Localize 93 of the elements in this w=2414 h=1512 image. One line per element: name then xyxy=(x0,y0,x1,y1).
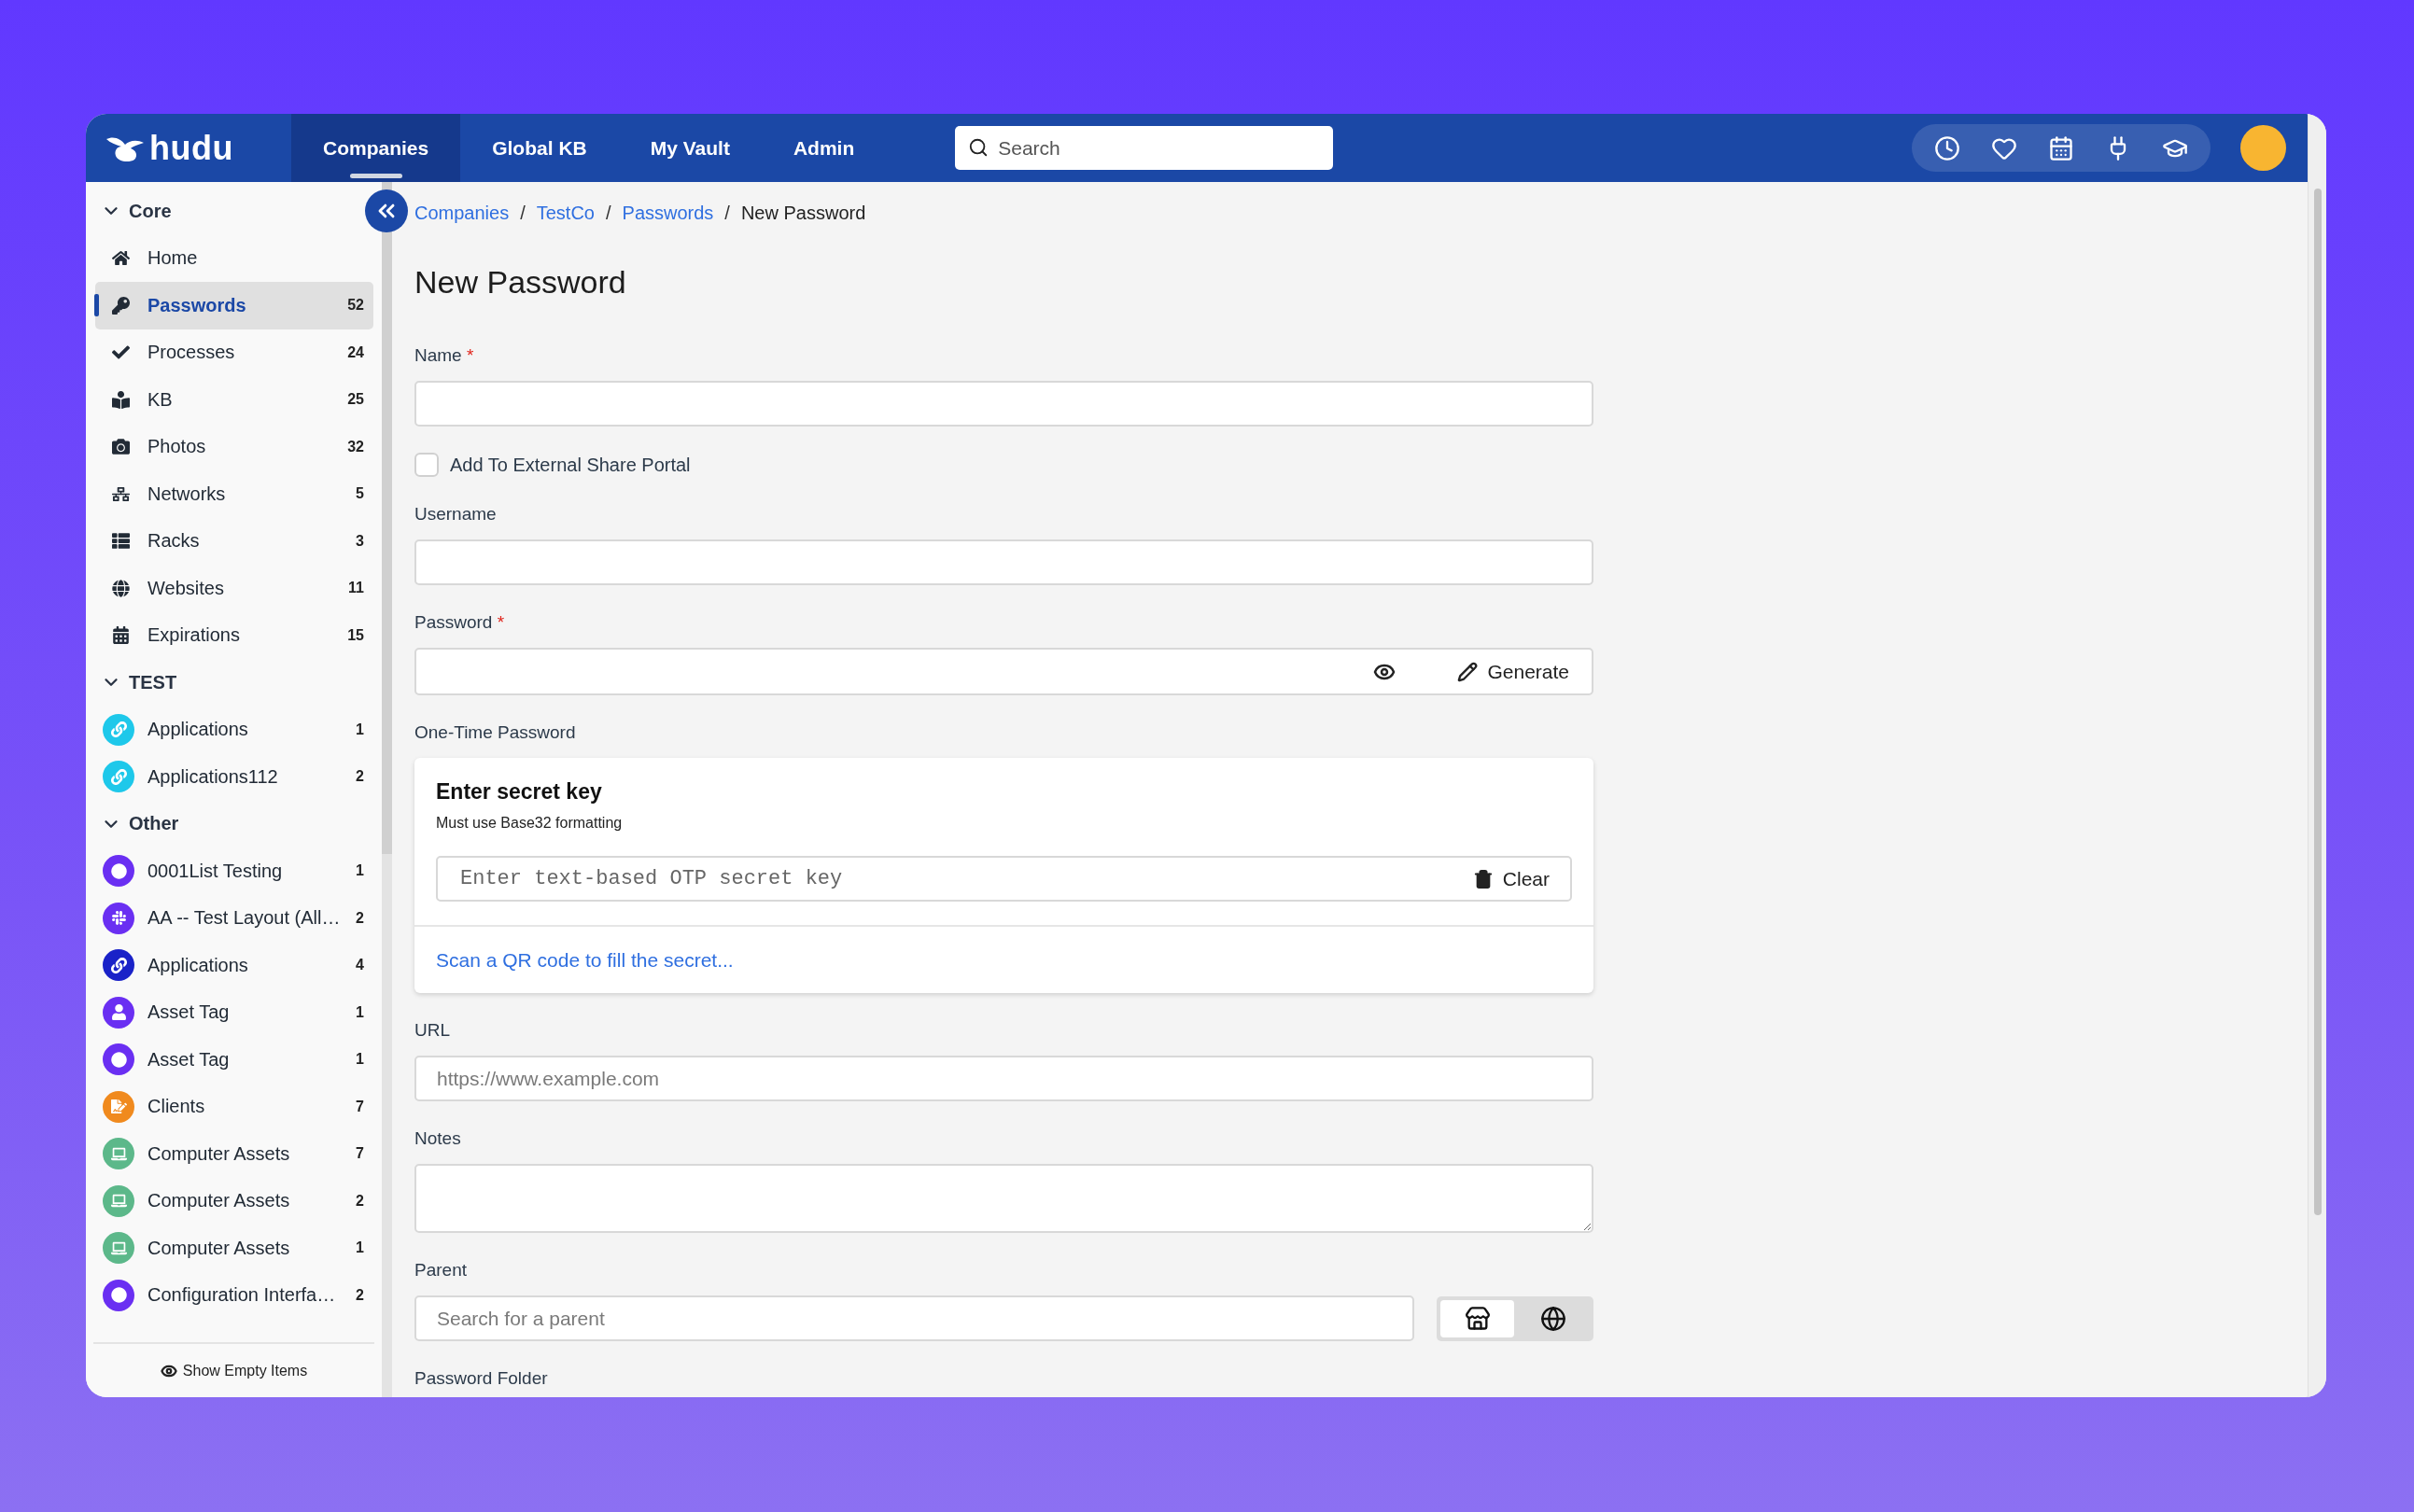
search-icon xyxy=(968,137,989,158)
store-scope-button[interactable] xyxy=(1440,1299,1514,1337)
sidebar-item[interactable]: Applications 4 xyxy=(95,942,373,989)
item-count: 25 xyxy=(347,391,364,409)
item-count: 2 xyxy=(356,1192,364,1210)
item-count: 1 xyxy=(356,1003,364,1021)
selection-indicator xyxy=(94,294,99,316)
nav-tab[interactable]: My Vault xyxy=(618,114,762,182)
sidebar-item[interactable]: Processes 24 xyxy=(95,329,373,376)
breadcrumb-link[interactable]: TestCo xyxy=(536,201,595,225)
text-input[interactable] xyxy=(414,539,1593,585)
clear-button[interactable]: Clear xyxy=(1463,861,1559,896)
item-count: 3 xyxy=(356,532,364,550)
checkbox[interactable] xyxy=(414,453,439,477)
breadcrumb-link[interactable]: Companies xyxy=(414,201,510,225)
item-count: 2 xyxy=(356,909,364,927)
logo-text: hudu xyxy=(149,128,233,168)
item-count: 32 xyxy=(347,438,364,455)
field-label: Username xyxy=(414,503,498,525)
nav-tab[interactable]: Companies xyxy=(291,114,461,182)
breadcrumb-current: New Password xyxy=(740,202,866,225)
sidebar-item[interactable]: Clients 7 xyxy=(95,1083,373,1130)
password-input[interactable]: Generate xyxy=(414,648,1593,695)
section-header[interactable]: Other xyxy=(95,800,189,847)
item-count: 52 xyxy=(347,297,364,315)
sidebar-item[interactable]: Expirations 15 xyxy=(95,611,373,659)
sidebar-item[interactable]: Asset Tag 1 xyxy=(95,988,373,1036)
field-label: Password Folder xyxy=(414,1367,549,1390)
sidebar-item[interactable]: Racks 3 xyxy=(95,517,373,565)
sidebar-item[interactable]: Computer Assets 2 xyxy=(95,1177,373,1225)
sidebar-item[interactable]: Configuration Interfa… 2 xyxy=(95,1271,373,1319)
item-count: 2 xyxy=(356,768,364,786)
breadcrumb-separator: / xyxy=(520,202,526,225)
parent-search-input[interactable]: Search for a parent xyxy=(414,1295,1414,1341)
card-title: Enter secret key xyxy=(436,778,603,805)
text-input[interactable]: https://www.example.com xyxy=(414,1056,1593,1101)
item-count: 5 xyxy=(356,485,364,503)
item-count: 7 xyxy=(356,1098,364,1115)
sidebar-item[interactable]: Networks 5 xyxy=(95,470,373,518)
sidebar-item[interactable]: AA -- Test Layout (All… 2 xyxy=(95,894,373,942)
field-label: Notes xyxy=(414,1127,462,1150)
item-count: 2 xyxy=(356,1286,364,1304)
search-field[interactable]: Search xyxy=(955,126,1334,170)
text-input[interactable] xyxy=(414,381,1593,427)
sidebar-item[interactable]: Websites 11 xyxy=(95,565,373,612)
avatar[interactable] xyxy=(2240,125,2286,171)
collapse-sidebar-button[interactable] xyxy=(365,189,408,232)
sidebar-item[interactable]: Applications112 2 xyxy=(95,753,373,801)
scan-qr-link[interactable]: Scan a QR code to fill the secret... xyxy=(436,948,734,972)
item-count: 1 xyxy=(356,862,364,880)
page-scrollbar[interactable] xyxy=(2308,114,2326,1397)
generate-button[interactable]: Generate xyxy=(1448,654,1579,689)
field-label: Parent xyxy=(414,1259,468,1281)
otp-secret-input[interactable]: Enter text-based OTP secret key Clear xyxy=(436,856,1572,902)
card-hint: Must use Base32 formatting xyxy=(436,814,624,833)
section-header[interactable]: Core xyxy=(95,188,181,235)
sidebar-item[interactable]: Home xyxy=(95,234,373,282)
field-label: One-Time Password xyxy=(414,721,577,744)
sidebar-scrollbar[interactable] xyxy=(382,182,392,1397)
trash-icon xyxy=(1472,868,1494,889)
breadcrumb-separator: / xyxy=(724,202,730,225)
field-label: URL xyxy=(414,1019,451,1042)
sidebar-item[interactable]: Passwords 52 xyxy=(95,282,373,329)
sidebar-item[interactable]: 0001List Testing 1 xyxy=(95,847,373,895)
item-count: 15 xyxy=(347,626,364,644)
section-header[interactable]: TEST xyxy=(95,659,187,707)
item-count: 1 xyxy=(356,1051,364,1069)
page-title: New Password xyxy=(414,263,627,301)
sidebar-item[interactable]: Photos 32 xyxy=(95,423,373,470)
sidebar-item[interactable]: Applications 1 xyxy=(95,706,373,753)
field-label: Name * xyxy=(414,344,475,367)
item-count: 1 xyxy=(356,1239,364,1257)
sidebar-item[interactable]: KB 25 xyxy=(95,376,373,424)
sidebar-item[interactable]: Computer Assets 1 xyxy=(95,1225,373,1272)
pencil-icon xyxy=(1457,661,1479,682)
breadcrumb-separator: / xyxy=(606,202,611,225)
item-count: 11 xyxy=(348,580,364,597)
clock-icon[interactable] xyxy=(1934,134,1960,161)
checkbox-label: Add To External Share Portal xyxy=(450,454,691,476)
nav-tab[interactable]: Admin xyxy=(761,114,887,182)
sidebar-item[interactable]: Asset Tag 1 xyxy=(95,1036,373,1084)
item-count: 7 xyxy=(356,1145,364,1163)
item-count: 24 xyxy=(347,343,364,361)
globe-icon xyxy=(1539,1305,1566,1332)
store-icon xyxy=(1464,1305,1491,1332)
field-label: Password * xyxy=(414,611,506,634)
nav-tab[interactable]: Global KB xyxy=(460,114,619,182)
sidebar-item[interactable]: Computer Assets 7 xyxy=(95,1130,373,1178)
item-count: 1 xyxy=(356,721,364,738)
breadcrumb-link[interactable]: Passwords xyxy=(622,201,714,225)
calendar-icon[interactable] xyxy=(2048,134,2074,161)
item-count: 4 xyxy=(356,957,364,974)
show-empty-items-button[interactable]: Show Empty Items xyxy=(160,1362,308,1379)
